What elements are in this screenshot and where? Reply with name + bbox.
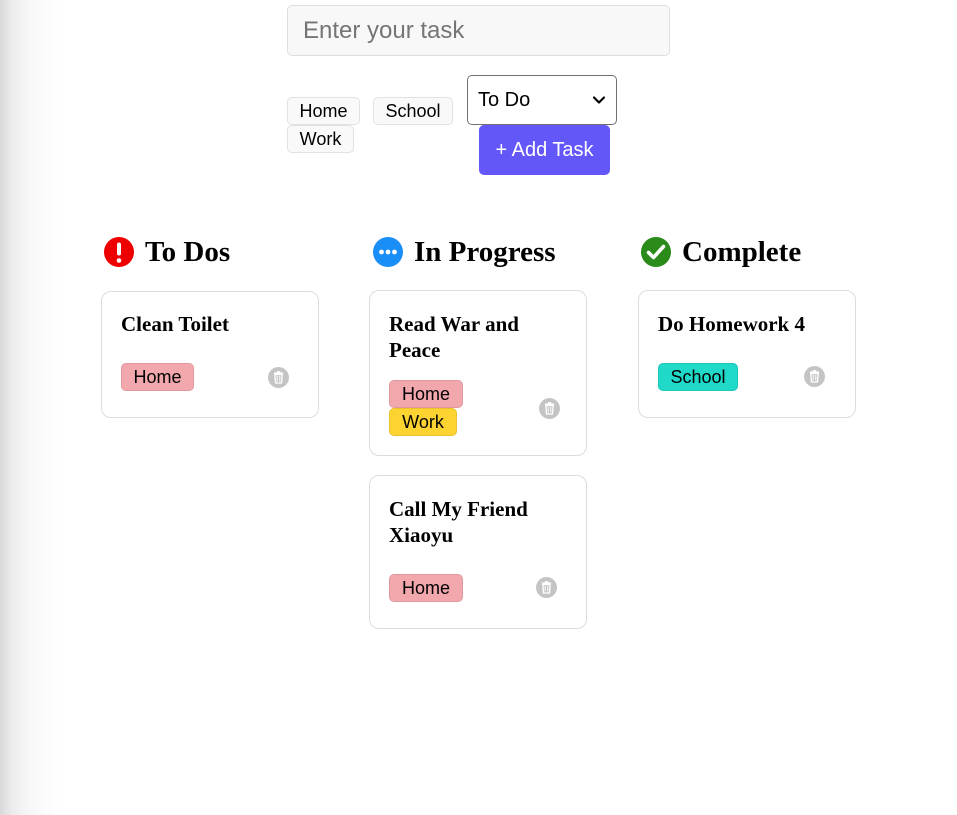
status-select-value: To Do — [478, 88, 531, 111]
task-tag-school: School — [658, 363, 738, 391]
add-task-button[interactable]: + Add Task — [479, 125, 610, 175]
tag-button-home[interactable]: Home — [287, 97, 360, 125]
task-tag-home: Home — [389, 574, 463, 602]
task-title: Clean Toilet — [121, 312, 229, 336]
column-header-complete: Complete — [640, 234, 801, 270]
task-title: Read War and Peace — [389, 312, 519, 362]
task-tag-work: Work — [389, 408, 457, 436]
chevron-down-icon — [592, 96, 606, 104]
column-header-in-progress: In Progress — [372, 234, 556, 270]
task-input[interactable] — [287, 5, 670, 56]
task-title: Do Homework 4 — [658, 312, 805, 336]
task-title: Call My Friend Xiaoyu — [389, 497, 528, 547]
exclamation-circle-icon — [104, 237, 134, 267]
task-card-clean-toilet: Clean Toilet Home — [101, 291, 319, 418]
tag-button-school[interactable]: School — [373, 97, 453, 125]
column-title-in-progress: In Progress — [414, 235, 556, 268]
window-edge-shadow — [0, 0, 60, 815]
trash-icon[interactable] — [539, 398, 560, 419]
status-select[interactable]: To Do — [467, 75, 617, 125]
trash-icon[interactable] — [268, 367, 289, 388]
column-title-todos: To Dos — [145, 235, 231, 268]
column-header-todos: To Dos — [103, 234, 230, 270]
task-tag-home: Home — [389, 380, 463, 408]
trash-icon[interactable] — [804, 366, 825, 387]
task-tag-home: Home — [121, 363, 194, 391]
ellipsis-circle-icon — [373, 237, 403, 267]
tag-button-work[interactable]: Work — [287, 125, 354, 153]
task-card-do-homework: Do Homework 4 School — [638, 290, 856, 418]
column-title-complete: Complete — [682, 235, 802, 268]
trash-icon[interactable] — [536, 577, 557, 598]
task-card-call-my-friend: Call My Friend Xiaoyu Home — [369, 475, 587, 629]
check-circle-icon — [641, 237, 671, 267]
task-card-read-war-and-peace: Read War and Peace Home Work — [369, 290, 587, 456]
